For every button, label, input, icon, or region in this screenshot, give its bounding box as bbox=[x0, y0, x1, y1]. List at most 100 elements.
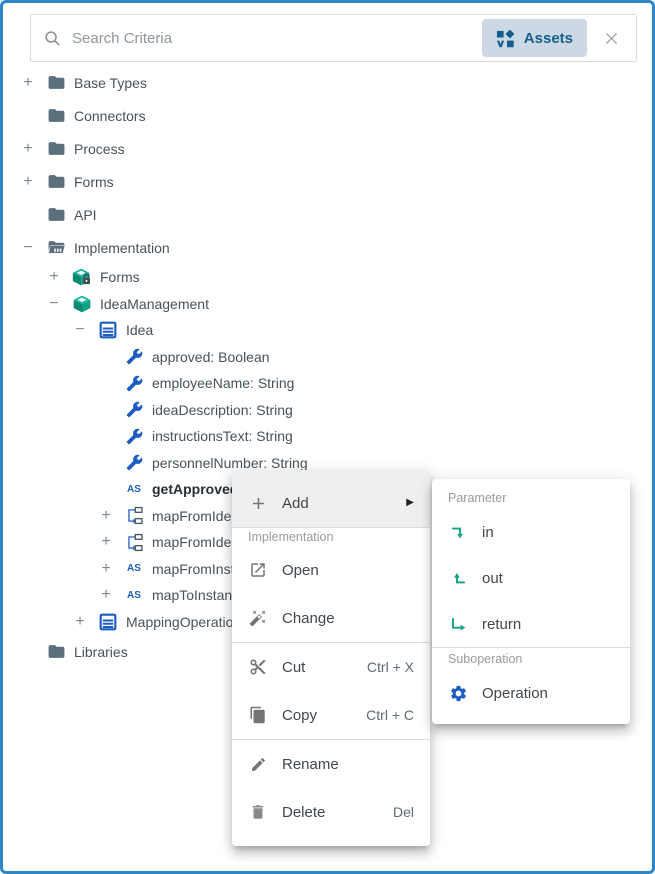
tree-item-label: Process bbox=[74, 140, 125, 157]
tree-item-label: approved: Boolean bbox=[152, 348, 270, 365]
submenu-section-suboperation: Suboperation bbox=[448, 652, 523, 666]
context-menu-item-label: Rename bbox=[282, 755, 339, 773]
tree-item-label: personnelNumber: String bbox=[152, 454, 308, 471]
expand-icon[interactable]: + bbox=[19, 140, 37, 157]
context-menu-item-open[interactable]: Open bbox=[232, 546, 430, 594]
tree-item-label: getApproved bbox=[152, 481, 239, 498]
tree-item-label: instructionsText: String bbox=[152, 428, 293, 445]
action-script-icon: AS bbox=[127, 589, 141, 601]
folder-icon bbox=[46, 73, 66, 93]
tree-item-label: Idea bbox=[126, 322, 154, 339]
folder-icon bbox=[46, 139, 66, 159]
submenu-item-label: out bbox=[482, 569, 503, 587]
scissors-icon bbox=[248, 657, 268, 677]
submenu-item-out[interactable]: out bbox=[432, 555, 630, 601]
tree-item-ideamanagement[interactable]: − IdeaManagement bbox=[3, 291, 652, 318]
attribute-wrench-icon bbox=[124, 426, 144, 446]
shortcut-label: Del bbox=[392, 804, 414, 820]
context-menu-item-label: Delete bbox=[282, 803, 326, 821]
submenu-item-operation[interactable]: Operation bbox=[432, 670, 630, 716]
expand-icon[interactable]: + bbox=[97, 507, 115, 524]
locked-package-icon bbox=[72, 267, 92, 287]
trash-icon bbox=[248, 802, 268, 822]
tree-item-label: Forms bbox=[74, 173, 114, 190]
open-folder-icon bbox=[46, 238, 66, 258]
pencil-icon bbox=[248, 754, 268, 774]
close-icon[interactable] bbox=[603, 30, 620, 47]
tree-item-label: IdeaManagement bbox=[100, 295, 209, 312]
context-menu-item-change[interactable]: Change bbox=[232, 594, 430, 642]
tree-item-implementation[interactable]: − Implementation bbox=[3, 231, 652, 264]
expand-icon[interactable]: + bbox=[71, 613, 89, 630]
action-script-icon: AS bbox=[127, 483, 141, 495]
submenu-item-label: return bbox=[482, 615, 522, 633]
search-bar: Assets bbox=[30, 14, 637, 62]
tree-item-process[interactable]: + Process bbox=[3, 132, 652, 165]
expand-icon[interactable]: + bbox=[19, 173, 37, 190]
plus-icon bbox=[248, 493, 268, 513]
context-menu-section-implementation: Implementation bbox=[248, 530, 334, 544]
expand-icon[interactable]: + bbox=[97, 534, 115, 550]
tree-item-employeename-string[interactable]: employeeName: String bbox=[3, 370, 652, 397]
tree-item-idea[interactable]: − Idea bbox=[3, 317, 652, 344]
context-menu-item-label: Open bbox=[282, 561, 319, 579]
tree-item-approved-boolean[interactable]: approved: Boolean bbox=[3, 344, 652, 371]
tree-item-label: Base Types bbox=[74, 74, 147, 91]
collapse-icon[interactable]: − bbox=[45, 295, 63, 312]
tree-item-label: API bbox=[74, 206, 97, 223]
copy-icon bbox=[248, 705, 268, 725]
submenu-item-label: Operation bbox=[482, 684, 548, 702]
action-script-icon: AS bbox=[127, 563, 141, 575]
context-menu: Add ▶ Implementation Open Change Cut Ctrl + XC… bbox=[232, 470, 430, 846]
tree-item-label: mapToInstanc bbox=[152, 587, 240, 604]
context-menu-item-copy[interactable]: Copy Ctrl + C bbox=[232, 691, 430, 739]
tree-item-label: Forms bbox=[100, 269, 140, 286]
tree-item-label: Connectors bbox=[74, 107, 146, 124]
context-menu-item-delete[interactable]: Delete Del bbox=[232, 788, 430, 836]
add-submenu: Parameter in out return Suboperation Operatio… bbox=[432, 479, 630, 724]
attribute-wrench-icon bbox=[124, 453, 144, 473]
shortcut-label: Ctrl + X bbox=[366, 659, 414, 675]
magic-wand-icon bbox=[248, 608, 268, 628]
tree-item-connectors[interactable]: Connectors bbox=[3, 99, 652, 132]
arrow-return-icon bbox=[448, 614, 468, 634]
mapping-diagram-icon bbox=[124, 506, 144, 526]
search-input[interactable] bbox=[70, 28, 482, 48]
submenu-item-return[interactable]: return bbox=[432, 601, 630, 647]
collapse-icon[interactable]: − bbox=[71, 322, 89, 338]
tree-item-label: ideaDescription: String bbox=[152, 401, 293, 418]
context-menu-item-add[interactable]: Add ▶ bbox=[232, 470, 430, 527]
submenu-item-in[interactable]: in bbox=[432, 509, 630, 555]
submenu-arrow-icon: ▶ bbox=[406, 497, 414, 508]
folder-icon bbox=[46, 172, 66, 192]
tree-item-api[interactable]: API bbox=[3, 198, 652, 231]
context-menu-item-label: Change bbox=[282, 609, 335, 627]
open-in-new-icon bbox=[248, 560, 268, 580]
collapse-icon[interactable]: − bbox=[19, 239, 37, 256]
expand-icon[interactable]: + bbox=[45, 269, 63, 285]
context-menu-item-cut[interactable]: Cut Ctrl + X bbox=[232, 643, 430, 691]
context-menu-item-label: Copy bbox=[282, 706, 318, 724]
attribute-wrench-icon bbox=[124, 347, 144, 367]
folder-icon bbox=[46, 205, 66, 225]
arrow-out-icon bbox=[448, 568, 468, 588]
tree-item-forms[interactable]: + Forms bbox=[3, 264, 652, 291]
context-menu-item-rename[interactable]: Rename bbox=[232, 740, 430, 788]
context-menu-item-label: Cut bbox=[282, 658, 306, 676]
expand-icon[interactable]: + bbox=[97, 587, 115, 603]
expand-icon[interactable]: + bbox=[19, 74, 37, 91]
attribute-wrench-icon bbox=[124, 400, 144, 420]
tree-item-instructionstext-string[interactable]: instructionsText: String bbox=[3, 423, 652, 450]
submenu-item-label: in bbox=[482, 523, 494, 541]
class-icon bbox=[98, 320, 118, 340]
assets-button-label: Assets bbox=[523, 29, 573, 47]
expand-icon[interactable]: + bbox=[97, 560, 115, 577]
tree-item-label: Implementation bbox=[74, 239, 170, 256]
submenu-section-parameter: Parameter bbox=[448, 491, 507, 505]
tree-item-forms[interactable]: + Forms bbox=[3, 165, 652, 198]
assets-filter-button[interactable]: Assets bbox=[481, 19, 587, 57]
mapping-diagram-icon bbox=[124, 532, 144, 552]
attribute-wrench-icon bbox=[124, 373, 144, 393]
tree-item-ideadescription-string[interactable]: ideaDescription: String bbox=[3, 397, 652, 424]
tree-item-base-types[interactable]: + Base Types bbox=[3, 66, 652, 99]
